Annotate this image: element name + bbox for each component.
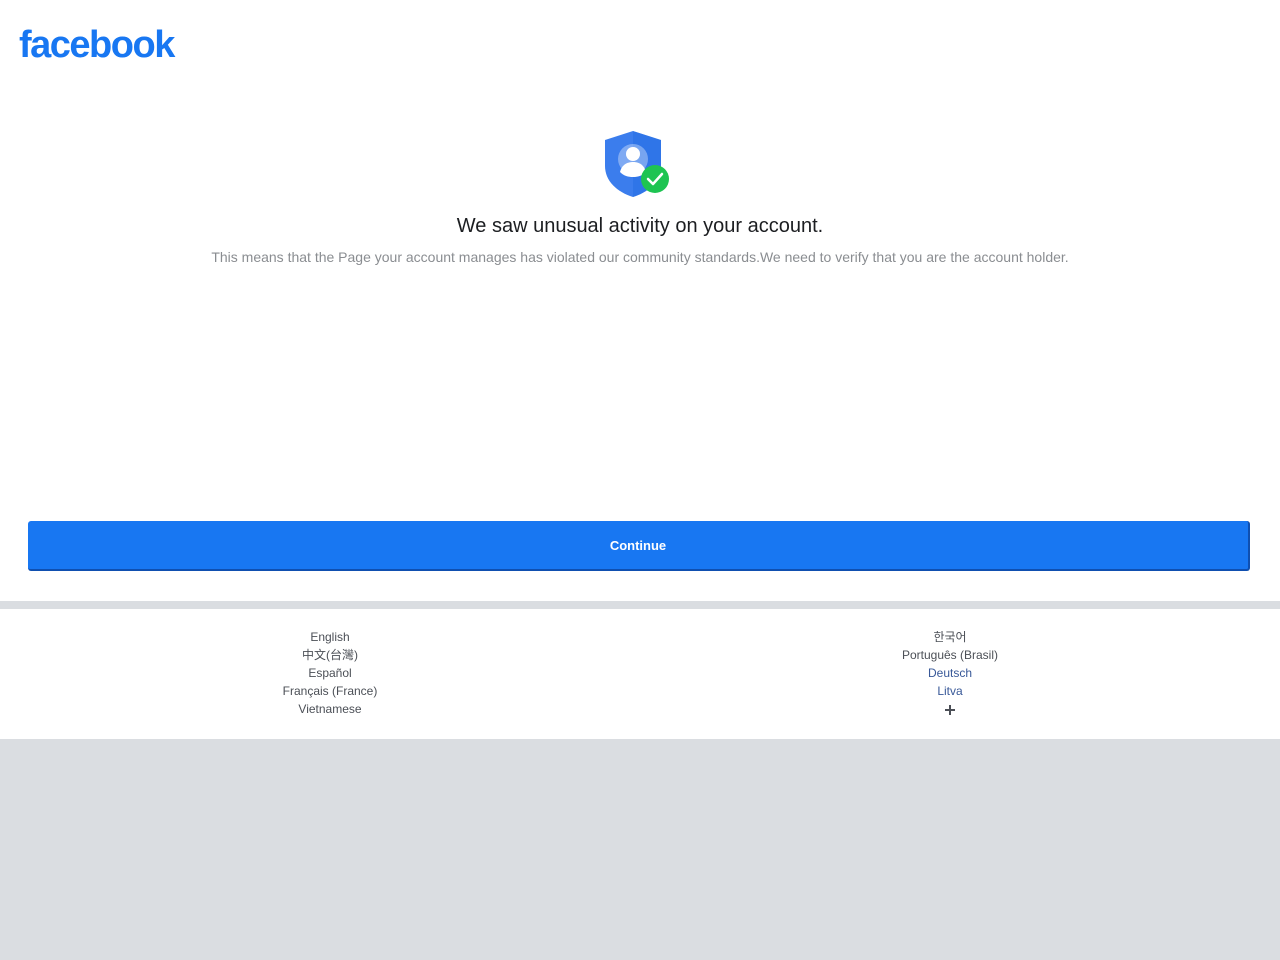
continue-button[interactable]: Continue: [28, 521, 1250, 571]
language-link-litva[interactable]: Litva: [800, 682, 1100, 700]
language-link-vietnamese[interactable]: Vietnamese: [180, 700, 480, 718]
language-link-chinese-taiwan[interactable]: 中文(台灣): [180, 646, 480, 664]
language-column-right: 한국어 Português (Brasil) Deutsch Litva: [800, 628, 1100, 723]
page: facebook We saw unusual activity on your…: [0, 0, 1280, 960]
plus-icon[interactable]: [942, 702, 958, 718]
language-link-korean[interactable]: 한국어: [800, 628, 1100, 646]
language-footer: English 中文(台灣) Español Français (France)…: [0, 609, 1280, 739]
language-link-french[interactable]: Français (France): [180, 682, 480, 700]
main-panel: facebook We saw unusual activity on your…: [0, 0, 1280, 601]
language-link-german[interactable]: Deutsch: [800, 664, 1100, 682]
language-link-spanish[interactable]: Español: [180, 664, 480, 682]
footer-divider: [0, 601, 1280, 609]
facebook-logo[interactable]: facebook: [19, 22, 175, 68]
language-link-english[interactable]: English: [180, 628, 480, 646]
shield-person-check-icon: [605, 131, 669, 197]
language-column-left: English 中文(台灣) Español Français (France)…: [180, 628, 480, 718]
page-title: We saw unusual activity on your account.: [456, 215, 824, 237]
page-description: This means that the Page your account ma…: [211, 249, 1069, 265]
language-link-portuguese-brazil[interactable]: Português (Brasil): [800, 646, 1100, 664]
